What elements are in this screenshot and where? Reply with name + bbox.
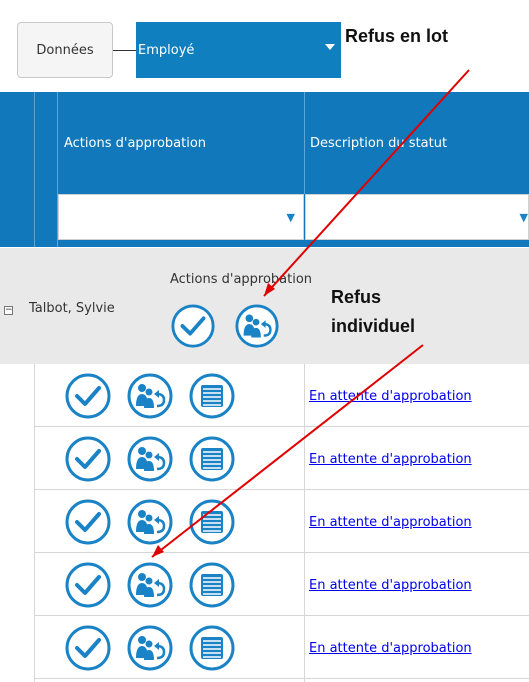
chevron-down-icon [325,44,335,50]
refuse-return-icon[interactable] [126,561,174,609]
status-link[interactable]: En attente d'approbation [309,452,472,467]
callout-batch-refusal: Refus en lot [345,26,449,46]
header-divider [304,92,305,194]
details-list-icon[interactable] [188,624,236,672]
callout-individual-refusal-line2: individuel [331,316,416,336]
approve-check-icon[interactable] [64,498,112,546]
status-link[interactable]: En attente d'approbation [309,578,472,593]
status-link[interactable]: En attente d'approbation [309,515,472,530]
header-divider [34,92,35,247]
data-button[interactable]: Données [17,22,113,78]
filter-icon[interactable]: ▼ [287,211,295,224]
employee-select-value: Employé [138,42,195,58]
connector-line [113,50,136,51]
refuse-return-icon[interactable] [126,435,174,483]
status-link[interactable]: En attente d'approbation [309,641,472,656]
filter-cell-actions[interactable]: ▼ [58,194,304,240]
approve-check-icon[interactable] [64,624,112,672]
refuse-return-icon[interactable] [126,372,174,420]
refuse-return-icon[interactable] [126,624,174,672]
collapse-toggle-icon[interactable]: − [4,306,13,315]
employee-select[interactable]: Employé [136,22,341,78]
filter-cell-status[interactable]: ▼ [305,194,529,240]
callout-individual-refusal-line1: Refus [331,287,382,307]
details-list-icon[interactable] [188,372,236,420]
details-list-icon[interactable] [188,561,236,609]
filter-icon[interactable]: ▼ [520,211,528,224]
approve-check-icon[interactable] [64,435,112,483]
details-list-icon[interactable] [188,435,236,483]
status-link[interactable]: En attente d'approbation [309,389,472,404]
group-actions-label: Actions d'approbation [170,272,313,287]
approve-check-icon[interactable] [64,372,112,420]
group-employee-name: Talbot, Sylvie [29,301,115,316]
details-list-icon[interactable] [188,498,236,546]
refuse-return-icon[interactable] [234,303,280,349]
column-header-actions[interactable]: Actions d'approbation [64,136,206,151]
refuse-return-icon[interactable] [126,498,174,546]
approve-check-icon[interactable] [170,303,216,349]
column-header-status[interactable]: Description du statut [310,136,447,151]
approve-check-icon[interactable] [64,561,112,609]
